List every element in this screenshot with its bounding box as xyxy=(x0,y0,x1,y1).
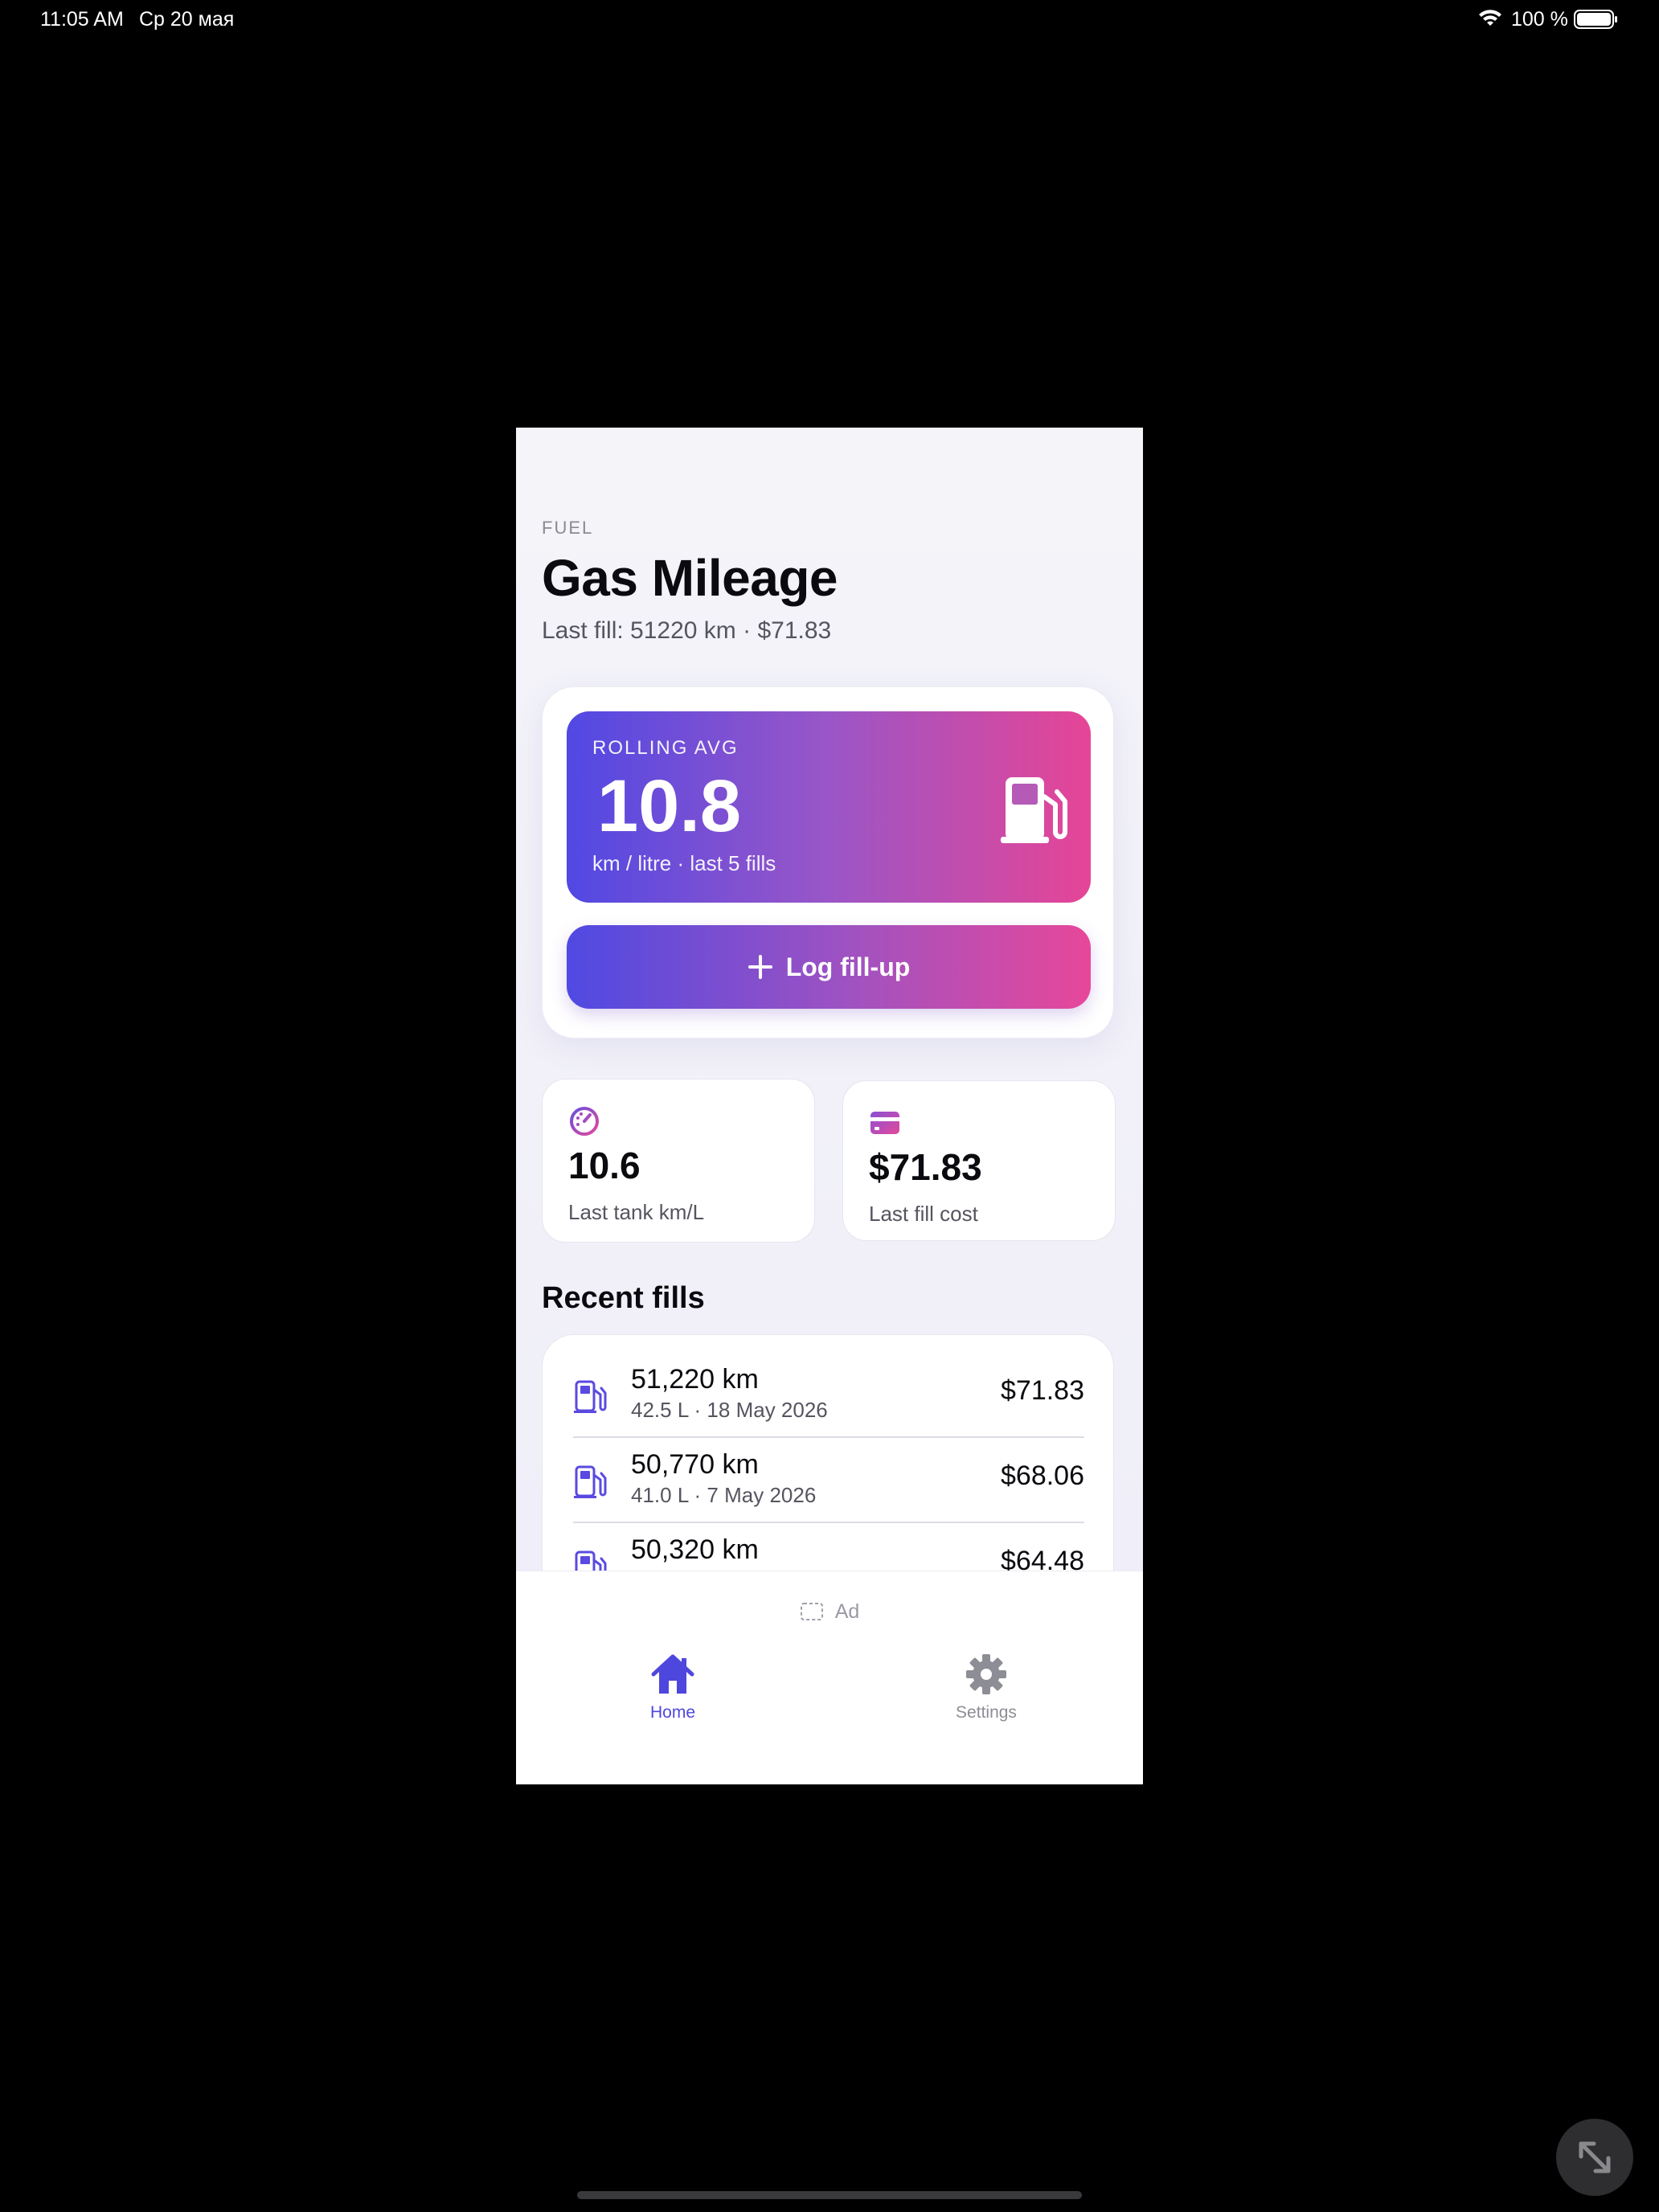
rolling-average-card: ROLLING AVG 10.8 km / litre · last 5 fil… xyxy=(542,686,1114,1038)
last-tank-value: 10.6 xyxy=(568,1145,641,1186)
expand-arrows-icon xyxy=(1579,2141,1611,2173)
section-kicker: FUEL xyxy=(542,518,594,538)
fill-odometer: 50,320 km xyxy=(631,1534,759,1565)
fill-details: 42.5 L · 18 May 2026 xyxy=(631,1398,828,1422)
credit-card-icon xyxy=(870,1112,899,1134)
fuel-pump-icon xyxy=(574,1380,607,1413)
log-fill-up-label: Log fill-up xyxy=(785,952,911,981)
fill-details: 41.0 L · 7 May 2026 xyxy=(631,1483,817,1507)
expand-button[interactable] xyxy=(1556,2119,1633,2196)
battery-percent: 100 % xyxy=(1511,8,1568,31)
fill-row[interactable]: 50,770 km 41.0 L · 7 May 2026 $68.06 xyxy=(573,1438,1084,1523)
last-fill-cost-value: $71.83 xyxy=(869,1146,982,1188)
tab-settings[interactable]: Settings xyxy=(922,1652,1051,1740)
fill-cost: $68.06 xyxy=(1001,1460,1084,1491)
home-indicator[interactable] xyxy=(577,2191,1082,2199)
fuel-pump-icon xyxy=(574,1465,607,1498)
rolling-average-panel: ROLLING AVG 10.8 km / litre · last 5 fil… xyxy=(567,711,1091,903)
battery-icon xyxy=(1574,10,1617,29)
last-fill-cost-label: Last fill cost xyxy=(869,1202,978,1226)
rolling-average-value: 10.8 xyxy=(597,765,742,847)
last-tank-stat-card: 10.6 Last tank km/L xyxy=(542,1079,815,1243)
wifi-icon xyxy=(1479,10,1501,26)
recent-fills-list: 51,220 km 42.5 L · 18 May 2026 $71.83 50… xyxy=(542,1334,1114,1571)
home-icon xyxy=(651,1654,694,1694)
gauge-icon xyxy=(570,1107,599,1136)
bottom-bar: Ad Home Settings xyxy=(516,1571,1143,1784)
status-date: Ср 20 мая xyxy=(139,8,235,31)
ad-label: Ad xyxy=(834,1600,860,1623)
fuel-pump-icon xyxy=(1001,777,1067,843)
recent-fills-title: Recent fills xyxy=(542,1281,705,1315)
fill-row[interactable]: 51,220 km 42.5 L · 18 May 2026 $71.83 xyxy=(573,1353,1084,1438)
ad-placeholder-icon xyxy=(800,1603,823,1620)
tab-home[interactable]: Home xyxy=(608,1652,737,1740)
tab-settings-label: Settings xyxy=(956,1703,1017,1722)
main-scroll-area[interactable]: FUEL Gas Mileage Last fill: 51220 km · $… xyxy=(516,428,1143,1571)
rolling-average-caption: km / litre · last 5 fills xyxy=(592,851,776,875)
plus-icon xyxy=(748,955,772,979)
fill-odometer: 51,220 km xyxy=(631,1364,759,1395)
rolling-average-label: ROLLING AVG xyxy=(592,737,739,759)
status-bar: 11:05 AM Ср 20 мая 100 % xyxy=(0,0,1659,40)
tab-home-label: Home xyxy=(649,1703,696,1722)
fuel-pump-icon xyxy=(575,1550,607,1571)
fill-row[interactable]: 50,320 km $64.48 xyxy=(573,1523,1084,1571)
log-fill-up-button[interactable]: Log fill-up xyxy=(567,925,1091,1009)
page-title: Gas Mileage xyxy=(542,549,838,607)
fill-odometer: 50,770 km xyxy=(631,1449,759,1480)
gear-icon xyxy=(966,1654,1006,1694)
fill-cost: $64.48 xyxy=(1001,1546,1084,1571)
ad-banner[interactable]: Ad xyxy=(516,1596,1143,1628)
app-window: FUEL Gas Mileage Last fill: 51220 km · $… xyxy=(516,428,1143,1784)
last-tank-label: Last tank km/L xyxy=(568,1200,705,1224)
page-subtitle: Last fill: 51220 km · $71.83 xyxy=(542,617,832,644)
status-time: 11:05 AM xyxy=(40,8,124,31)
last-fill-cost-stat-card: $71.83 Last fill cost xyxy=(842,1080,1116,1241)
fill-cost: $71.83 xyxy=(1001,1375,1084,1406)
